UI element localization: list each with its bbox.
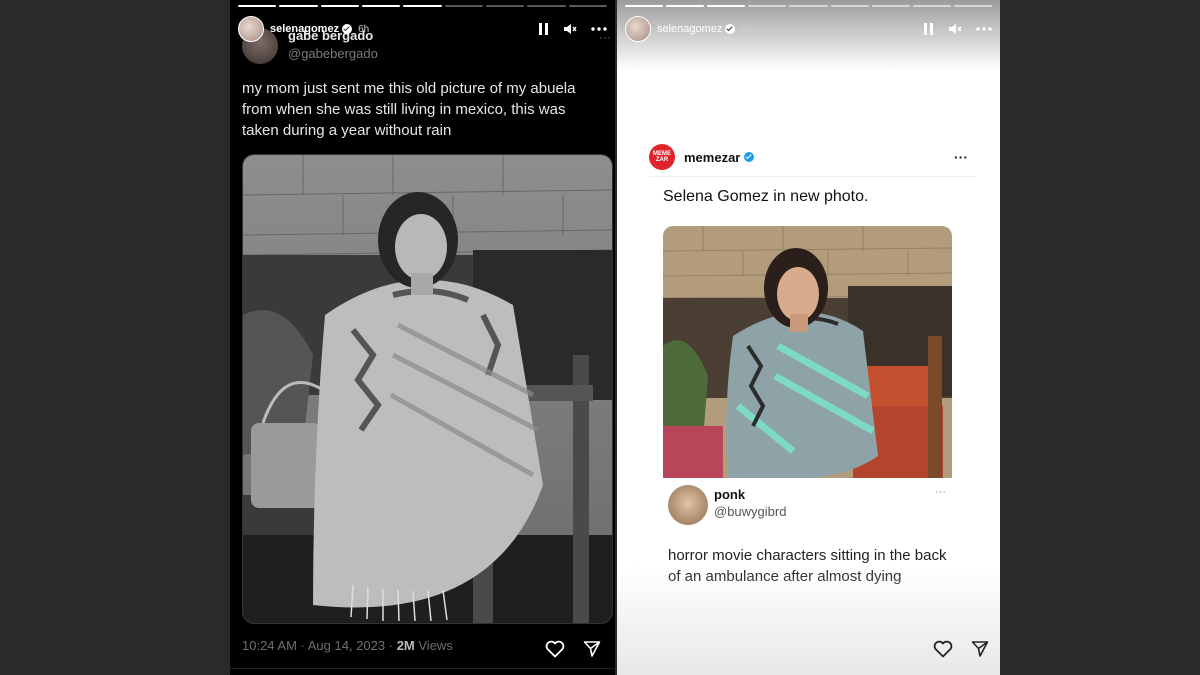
story-bottom-gradient xyxy=(617,565,1000,675)
send-icon[interactable] xyxy=(583,640,601,658)
progress-segment xyxy=(871,5,910,7)
story-time: 6h xyxy=(741,23,753,35)
progress-segment xyxy=(444,5,483,7)
progress-segment xyxy=(361,5,401,7)
tweet-date: 10:24 AM · Aug 14, 2023 · xyxy=(242,638,394,653)
more-icon[interactable] xyxy=(591,27,607,31)
progress-segment xyxy=(830,5,869,7)
left-story-panel: gabe bergado @gabebergado ··· selenagome… xyxy=(230,0,615,675)
progress-segment xyxy=(568,5,607,7)
progress-segment xyxy=(912,5,951,7)
quoted-author-handle[interactable]: @buwygibrd xyxy=(714,504,786,519)
progress-segment xyxy=(748,5,787,7)
story-actions xyxy=(933,640,989,658)
quoted-more-icon[interactable]: ··· xyxy=(935,486,946,498)
more-icon[interactable] xyxy=(976,27,992,31)
heart-icon[interactable] xyxy=(933,640,953,658)
pause-icon[interactable] xyxy=(539,23,549,35)
progress-segment xyxy=(403,5,442,7)
tweet-photo[interactable] xyxy=(242,154,613,624)
story-header: selenagomez 6h xyxy=(238,16,607,42)
progress-segment xyxy=(789,5,828,7)
memezar-post-header: MEME ZAR memezar ··· xyxy=(649,142,968,172)
divider xyxy=(649,176,976,177)
right-story-panel: selenagomez 6h MEME ZAR memezar ··· Sele… xyxy=(617,0,1000,675)
tweet-author-handle[interactable]: @gabebergado xyxy=(288,46,378,61)
send-icon[interactable] xyxy=(971,640,989,658)
memezar-logo[interactable]: MEME ZAR xyxy=(649,144,675,170)
post-caption: Selena Gomez in new photo. xyxy=(663,188,869,205)
story-username[interactable]: selenagomez xyxy=(270,23,339,35)
quoted-author-avatar[interactable] xyxy=(668,485,708,525)
story-avatar[interactable] xyxy=(625,16,651,42)
story-header: selenagomez 6h xyxy=(625,16,992,42)
story-username[interactable]: selenagomez xyxy=(657,23,722,35)
progress-segment xyxy=(625,5,664,7)
tweet-meta: 10:24 AM · Aug 14, 2023 · 2M Views xyxy=(242,638,453,653)
progress-segment xyxy=(279,5,318,7)
verified-badge-icon xyxy=(725,24,736,34)
tweet-text: my mom just sent me this old picture of … xyxy=(242,80,576,139)
story-progress-bar xyxy=(238,5,607,7)
progress-segment xyxy=(320,5,359,7)
story-actions xyxy=(545,640,601,658)
tweet-views-count: 2M xyxy=(396,638,415,653)
progress-segment xyxy=(527,5,566,7)
divider xyxy=(230,668,615,669)
pause-icon[interactable] xyxy=(924,23,934,35)
memezar-account-name[interactable]: memezar xyxy=(684,150,740,165)
progress-segment xyxy=(953,5,992,7)
story-progress-bar xyxy=(625,5,992,7)
post-more-icon[interactable]: ··· xyxy=(954,149,968,165)
quoted-author-name[interactable]: ponk xyxy=(714,487,745,502)
verified-badge-icon xyxy=(744,152,755,162)
tweet-views-label: Views xyxy=(418,638,453,653)
heart-icon[interactable] xyxy=(545,640,565,658)
progress-segment xyxy=(238,5,277,7)
story-time: 6h xyxy=(358,23,370,35)
progress-segment xyxy=(707,5,746,7)
verified-badge-icon xyxy=(342,24,353,34)
story-avatar[interactable] xyxy=(238,16,264,42)
progress-segment xyxy=(485,5,525,7)
post-photo[interactable] xyxy=(663,226,952,478)
mute-icon[interactable] xyxy=(563,23,577,35)
progress-segment xyxy=(666,5,705,7)
mute-icon[interactable] xyxy=(948,23,962,35)
